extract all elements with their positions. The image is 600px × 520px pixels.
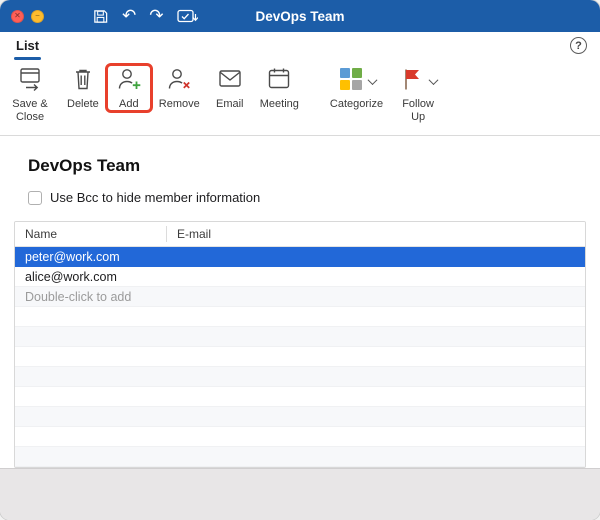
- table-row[interactable]: [15, 307, 585, 327]
- column-header-name[interactable]: Name: [15, 226, 167, 242]
- save-close-label: Save & Close: [12, 98, 48, 124]
- redo-icon[interactable]: ↷: [149, 7, 163, 25]
- help-button[interactable]: ?: [570, 37, 587, 54]
- table-row[interactable]: [15, 407, 585, 427]
- table-row[interactable]: [15, 367, 585, 387]
- titlebar: ✕ − ↶ ↷ DevOps Team: [0, 0, 600, 32]
- save-close-button[interactable]: Save & Close: [8, 67, 52, 124]
- member-table-header: Name E-mail: [15, 222, 585, 247]
- cell-name: peter@work.com: [25, 249, 120, 264]
- remove-button[interactable]: Remove: [159, 67, 200, 111]
- delete-icon: [68, 66, 98, 97]
- meeting-label: Meeting: [259, 98, 299, 110]
- tab-list[interactable]: List: [14, 34, 42, 60]
- ribbon: Save & Close Delete Add Remove Email Mee…: [0, 60, 600, 136]
- cell-name: alice@work.com: [25, 269, 117, 284]
- follow-up-button[interactable]: Follow Up: [398, 66, 439, 124]
- close-icon: ✕: [14, 11, 21, 20]
- member-table-body: peter@work.com alice@work.com Double-click…: [15, 247, 585, 467]
- send-receive-icon[interactable]: [176, 8, 198, 25]
- add-person-icon: [114, 66, 144, 97]
- email-icon: [215, 66, 245, 97]
- categorize-label: Categorize: [329, 98, 384, 110]
- help-icon: ?: [575, 39, 582, 52]
- table-row[interactable]: [15, 387, 585, 407]
- window-footer: [0, 468, 600, 520]
- follow-up-flag-icon: [399, 66, 425, 97]
- undo-icon[interactable]: ↶: [122, 7, 136, 25]
- chevron-down-icon: [428, 74, 439, 85]
- cell-name: Double-click to add: [25, 289, 132, 304]
- list-content: DevOps Team Use Bcc to hide member infor…: [0, 136, 600, 468]
- meeting-button[interactable]: Meeting: [260, 67, 299, 111]
- active-tab-underline: [14, 56, 42, 60]
- ribbon-tab-bar: List ?: [0, 32, 600, 60]
- email-label: Email: [216, 98, 244, 110]
- column-header-email[interactable]: E-mail: [167, 227, 585, 241]
- follow-up-label: Follow Up: [402, 98, 434, 124]
- table-row[interactable]: alice@work.com: [15, 267, 585, 287]
- traffic-lights: ✕ −: [11, 9, 44, 23]
- table-row[interactable]: [15, 427, 585, 447]
- quick-access-toolbar: ↶ ↷: [92, 7, 198, 25]
- categorize-icon: [338, 66, 364, 97]
- table-row[interactable]: Double-click to add: [15, 287, 585, 307]
- outlook-list-window: ✕ − ↶ ↷ DevOps Team List ? Save & Close …: [0, 0, 600, 520]
- table-row[interactable]: peter@work.com: [15, 247, 585, 267]
- table-row[interactable]: [15, 327, 585, 347]
- bcc-checkbox-label: Use Bcc to hide member information: [50, 190, 261, 205]
- delete-label: Delete: [67, 98, 99, 110]
- minimize-icon: −: [35, 11, 40, 20]
- window-title: DevOps Team: [255, 8, 345, 24]
- minimize-button[interactable]: −: [31, 9, 44, 23]
- list-name-heading: DevOps Team: [28, 156, 141, 175]
- close-button[interactable]: ✕: [11, 9, 24, 23]
- bcc-option-row: Use Bcc to hide member information: [28, 190, 600, 205]
- remove-person-icon: [164, 66, 194, 97]
- email-button[interactable]: Email: [215, 67, 245, 111]
- add-label: Add: [119, 98, 139, 110]
- table-row[interactable]: [15, 347, 585, 367]
- table-row[interactable]: [15, 447, 585, 467]
- save-close-icon: [15, 66, 45, 97]
- meeting-icon: [264, 66, 294, 97]
- member-table: Name E-mail peter@work.com alice@work.com…: [14, 221, 586, 468]
- chevron-down-icon: [367, 74, 377, 85]
- delete-button[interactable]: Delete: [67, 67, 99, 111]
- categorize-button[interactable]: Categorize: [330, 67, 383, 111]
- save-icon[interactable]: [92, 8, 109, 25]
- tab-list-label: List: [16, 37, 40, 53]
- add-button[interactable]: Add: [104, 63, 153, 114]
- remove-label: Remove: [158, 98, 200, 110]
- bcc-checkbox[interactable]: [28, 190, 42, 205]
